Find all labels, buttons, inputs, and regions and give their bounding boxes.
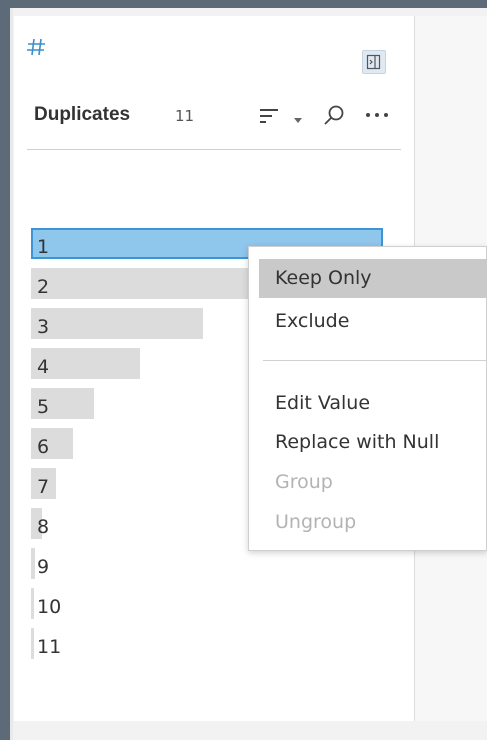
value-row[interactable]: 10	[31, 588, 387, 628]
value-label: 3	[37, 316, 50, 338]
menu-item-ungroup: Ungroup	[275, 511, 357, 533]
header-divider	[27, 149, 401, 150]
more-options-icon[interactable]	[364, 107, 392, 126]
value-row[interactable]: 11	[31, 628, 387, 668]
window-top-border	[0, 0, 487, 8]
field-name: Duplicates	[34, 104, 131, 125]
sort-icon[interactable]	[258, 107, 282, 130]
menu-item-edit-value[interactable]: Edit Value	[259, 384, 487, 423]
collapse-panel-button[interactable]	[362, 50, 386, 74]
frequency-bar[interactable]	[31, 588, 34, 619]
value-label: 11	[37, 636, 62, 658]
value-label: 7	[37, 476, 50, 498]
search-icon[interactable]	[322, 104, 346, 133]
window-left-inner-border	[10, 8, 13, 740]
menu-item-exclude[interactable]: Exclude	[259, 302, 487, 341]
frequency-bar[interactable]	[31, 548, 35, 579]
collapse-panel-icon	[366, 54, 381, 70]
value-count: 11	[175, 107, 195, 125]
value-row[interactable]: 9	[31, 548, 387, 588]
value-label: 1	[37, 236, 50, 258]
context-menu: Keep Only Exclude Edit Value Replace wit…	[248, 246, 487, 551]
value-label: 2	[37, 276, 50, 298]
frequency-bar[interactable]	[31, 628, 34, 659]
value-label: 8	[37, 516, 50, 538]
frequency-bar[interactable]	[31, 308, 203, 339]
hash-icon	[24, 34, 50, 60]
value-label: 5	[37, 396, 50, 418]
value-label: 6	[37, 436, 50, 458]
window-left-border	[0, 0, 10, 740]
menu-item-keep-only[interactable]: Keep Only	[259, 259, 487, 298]
caret-down-icon[interactable]	[293, 112, 303, 130]
panel-footer-gap	[14, 721, 487, 740]
value-label: 9	[37, 556, 50, 578]
value-label: 10	[37, 596, 62, 618]
menu-item-group: Group	[275, 471, 333, 493]
value-label: 4	[37, 356, 50, 378]
menu-item-replace-with-null[interactable]: Replace with Null	[259, 423, 487, 462]
menu-separator	[263, 360, 487, 361]
frequency-bar[interactable]	[31, 268, 249, 299]
